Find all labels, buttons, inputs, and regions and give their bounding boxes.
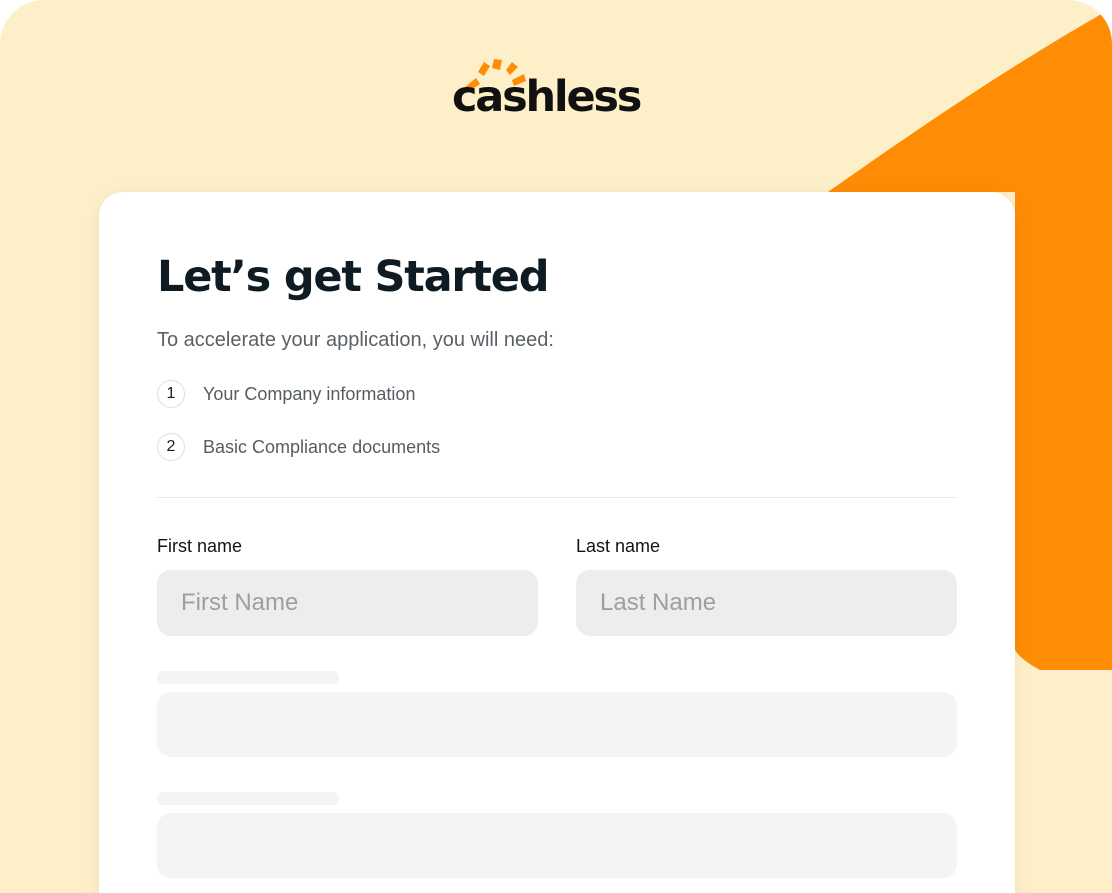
placeholder-input-skeleton (157, 692, 957, 757)
page-subtitle: To accelerate your application, you will… (157, 329, 554, 351)
requirement-item: 2 Basic Compliance documents (157, 433, 440, 461)
placeholder-input-skeleton (157, 813, 957, 878)
cashless-logo: cashless (452, 58, 662, 128)
signup-card: Let’s get Started To accelerate your app… (99, 192, 1015, 893)
step-number-badge: 2 (157, 433, 185, 461)
requirement-item: 1 Your Company information (157, 380, 415, 408)
page-title: Let’s get Started (157, 252, 550, 302)
section-divider (157, 497, 957, 498)
placeholder-label-skeleton (157, 671, 339, 684)
last-name-label: Last name (576, 536, 661, 556)
logo-wordmark: cashless (452, 72, 642, 122)
last-name-input[interactable] (576, 570, 957, 636)
requirement-text: Your Company information (203, 383, 416, 404)
step-number-badge: 1 (157, 380, 185, 408)
first-name-label: First name (157, 536, 243, 556)
signup-page: cashless Let’s get Started To accelerate… (0, 0, 1112, 893)
first-name-input[interactable] (157, 570, 538, 636)
placeholder-label-skeleton (157, 792, 339, 805)
requirement-text: Basic Compliance documents (203, 436, 441, 457)
